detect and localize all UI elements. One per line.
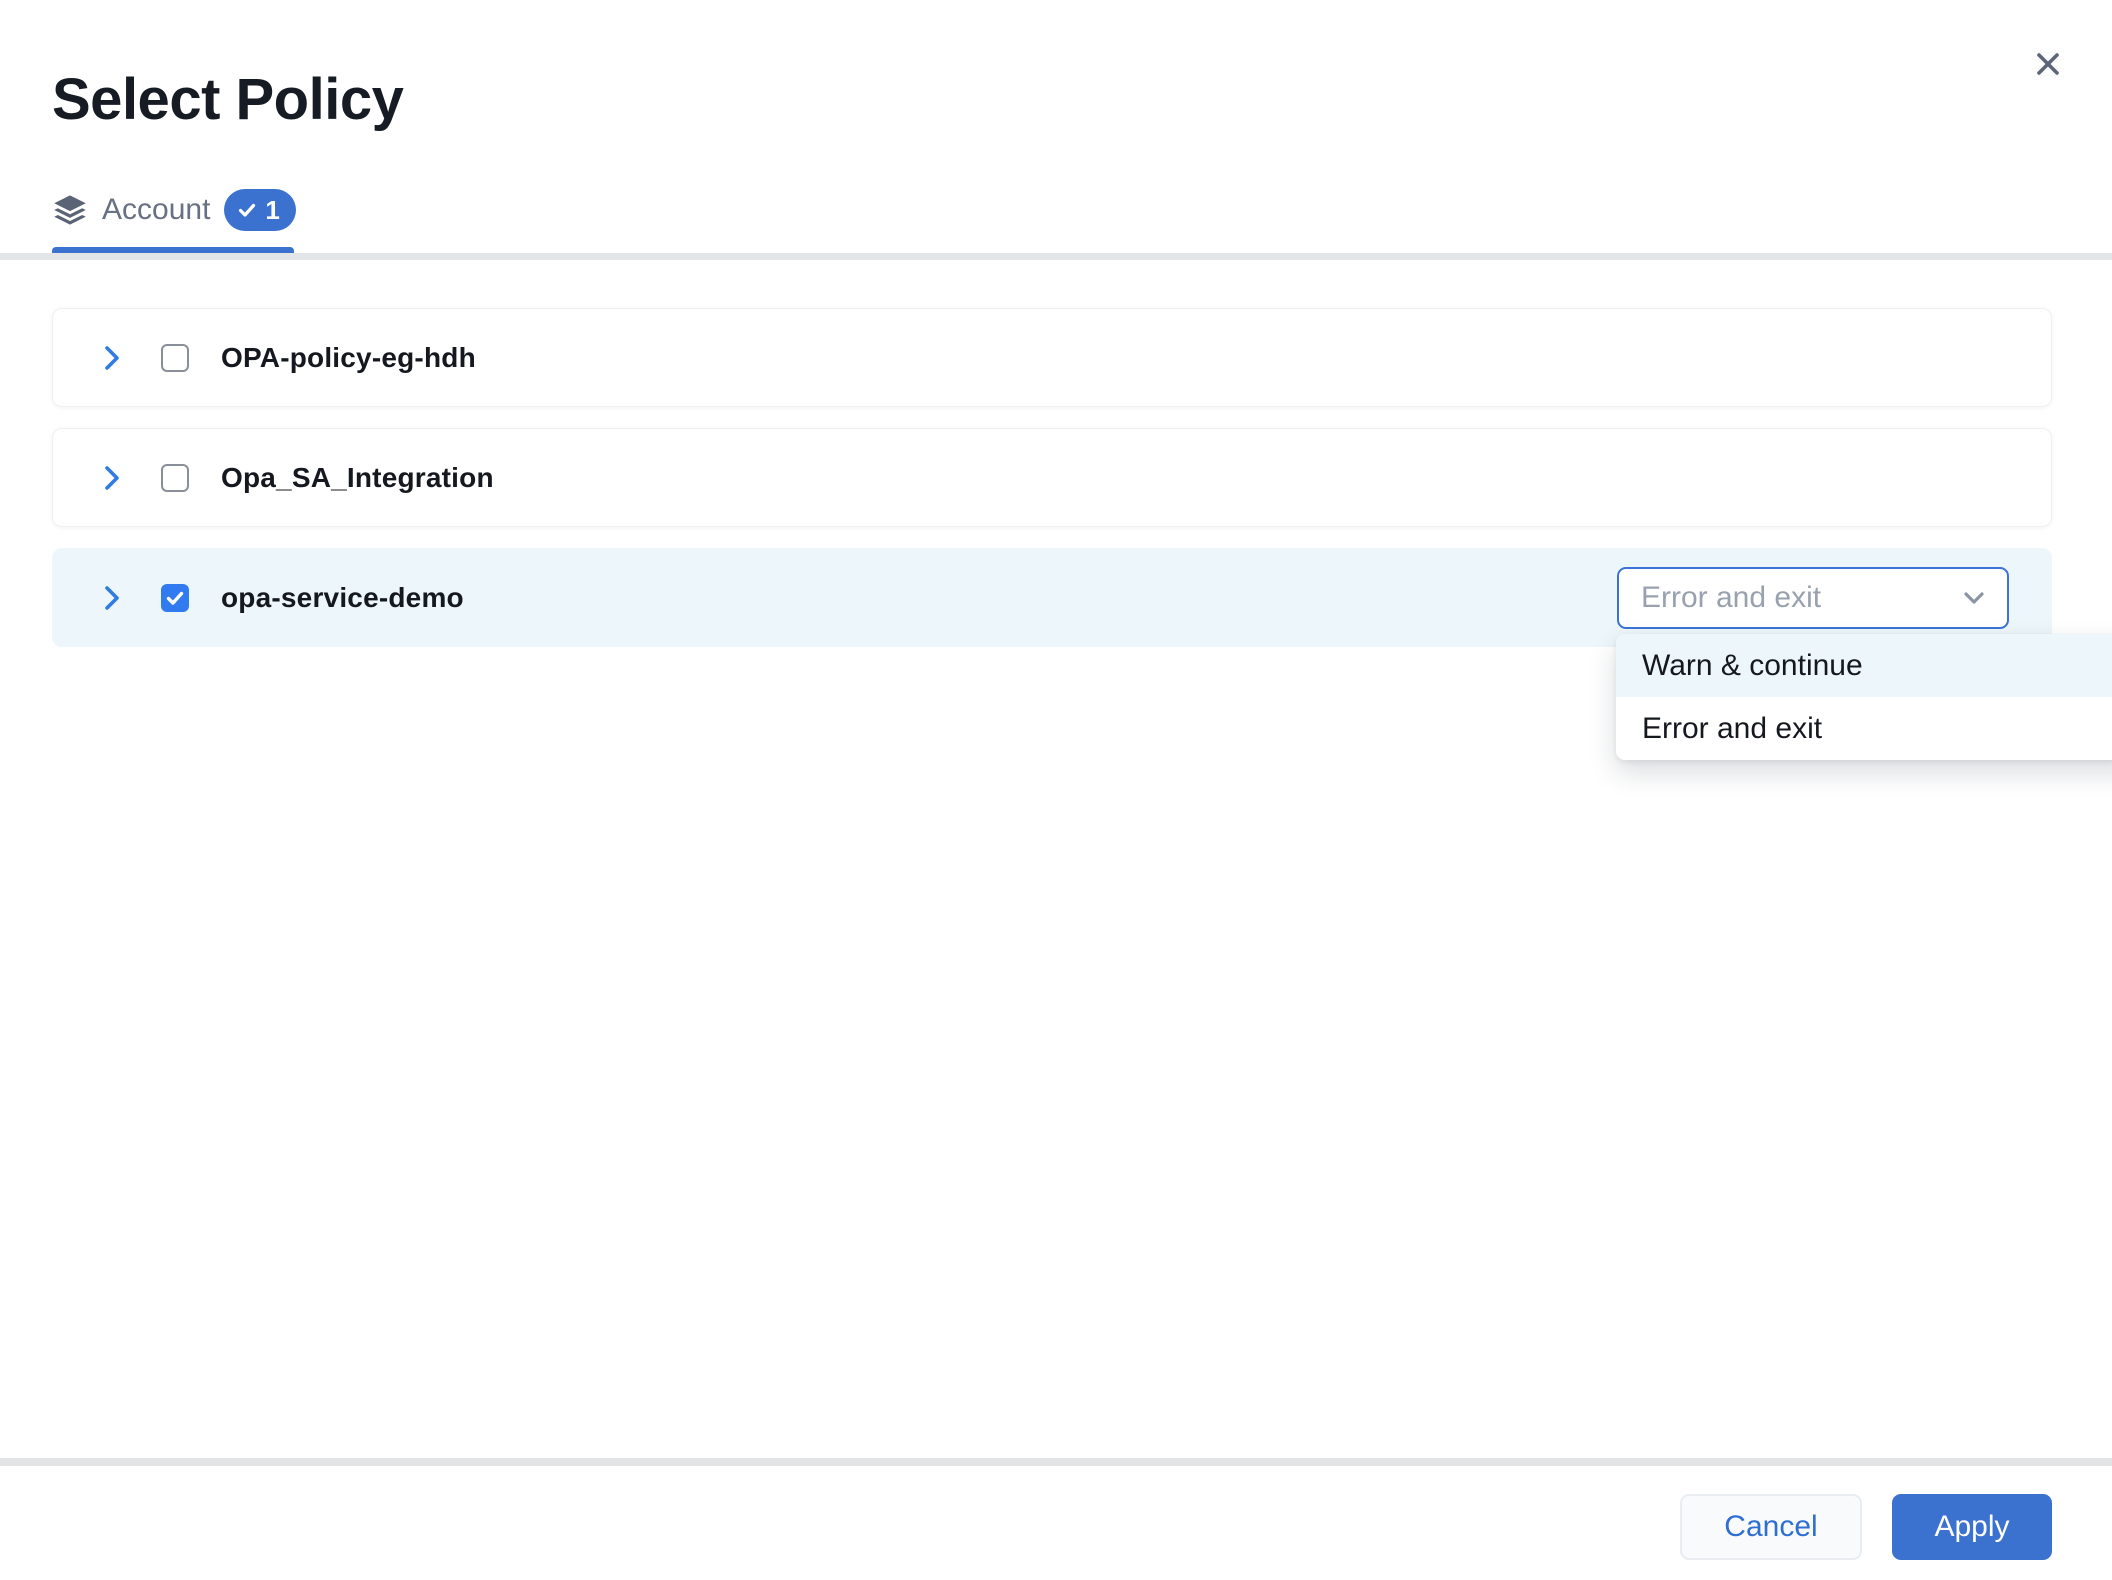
tab-account-label: Account — [102, 193, 210, 227]
dropdown-option-warn-continue[interactable]: Warn & continue — [1616, 634, 2112, 697]
active-tab-indicator — [52, 247, 294, 253]
chevron-right-icon[interactable] — [99, 583, 125, 613]
cancel-button[interactable]: Cancel — [1680, 1494, 1862, 1560]
tab-selected-count-badge: 1 — [224, 189, 295, 231]
policy-row-opa-sa-integration[interactable]: Opa_SA_Integration — [52, 428, 2052, 527]
policy-row-opa-service-demo[interactable]: opa-service-demo Error and exit — [52, 548, 2052, 647]
footer-divider — [0, 1458, 2112, 1466]
policy-checkbox[interactable] — [161, 464, 189, 492]
policy-row-opa-policy-eg-hdh[interactable]: OPA-policy-eg-hdh — [52, 308, 2052, 407]
policy-checkbox[interactable] — [161, 344, 189, 372]
close-button[interactable] — [2028, 44, 2068, 84]
chevron-down-icon — [1961, 589, 1987, 607]
policy-checkbox-checked[interactable] — [161, 584, 189, 612]
policy-list: OPA-policy-eg-hdh Opa_SA_Integration — [52, 308, 2052, 668]
policy-name: opa-service-demo — [221, 582, 464, 614]
failure-action-dropdown-menu: Warn & continue Error and exit — [1616, 634, 2112, 760]
select-value: Error and exit — [1641, 581, 1821, 615]
tab-account[interactable]: Account 1 — [52, 186, 296, 234]
policy-name: Opa_SA_Integration — [221, 462, 494, 494]
select-policy-modal: Select Policy Account 1 — [0, 0, 2112, 1580]
failure-action-select[interactable]: Error and exit — [1617, 567, 2009, 629]
chevron-right-icon[interactable] — [99, 463, 125, 493]
policy-name: OPA-policy-eg-hdh — [221, 342, 476, 374]
footer: Cancel Apply — [0, 1494, 2112, 1560]
layers-icon — [52, 192, 88, 228]
chevron-right-icon[interactable] — [99, 343, 125, 373]
tabbar-divider — [0, 253, 2112, 260]
check-icon — [236, 199, 258, 221]
apply-button[interactable]: Apply — [1892, 1494, 2052, 1560]
badge-count: 1 — [265, 195, 279, 226]
close-icon — [2032, 48, 2064, 80]
page-title: Select Policy — [52, 66, 403, 133]
dropdown-option-error-exit[interactable]: Error and exit — [1616, 697, 2112, 760]
